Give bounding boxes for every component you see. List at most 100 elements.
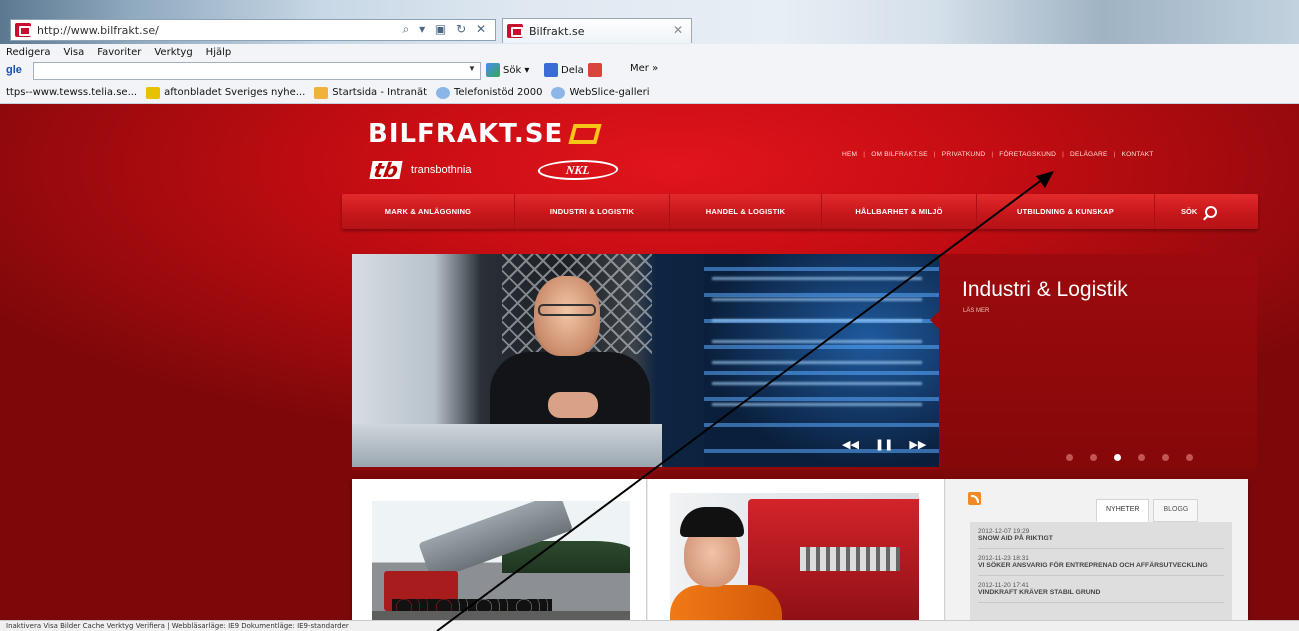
news-list: 2012-12-07 19:29 SNOW AID PÅ RIKTIGT 201… (970, 522, 1232, 620)
menu-favorites[interactable]: Favoriter (97, 47, 141, 58)
content-cards: NYHETER BLOGG 2012-12-07 19:29 SNOW AID … (352, 479, 1248, 620)
favorite-label: WebSlice-galleri (569, 87, 650, 98)
nkl-logo[interactable]: NKL (534, 160, 622, 180)
topnav-separator: | (1062, 151, 1065, 158)
favorite-telefonistod[interactable]: Telefonistöd 2000 (436, 86, 543, 99)
news-item[interactable]: 2012-11-20 17:41 VINDKRAFT KRÄVER STABIL… (978, 582, 1224, 603)
google-search-input[interactable] (33, 62, 481, 80)
google-search-icon (486, 63, 500, 77)
tab-close-icon[interactable]: ✕ (673, 23, 683, 37)
favorite-aftonbladet[interactable]: aftonbladet Sveriges nyhe... (146, 86, 305, 99)
tab-nyheter[interactable]: NYHETER (1096, 499, 1150, 522)
address-bar[interactable]: http://www.bilfrakt.se/ ⌕ ▾ ▣ ↻ ✕ (10, 19, 496, 41)
slide-dot-1[interactable] (1066, 454, 1073, 461)
hero-desk (352, 424, 662, 467)
truck-grille (800, 547, 900, 571)
favorite-label: Telefonistöd 2000 (454, 87, 543, 98)
favorite-label: Startsida - Intranät (332, 87, 427, 98)
website-page: BILFRAKT.SE tb transbothnia NKL HEM | OM… (0, 104, 1299, 620)
google-extra-button[interactable] (588, 63, 605, 77)
site-favicon-icon (15, 23, 31, 37)
topnav-contact[interactable]: KONTAKT (1121, 151, 1153, 158)
topnav-partners[interactable]: DELÄGARE (1070, 151, 1108, 158)
google-toolbar: gle ▼ Sök ▾ Dela Mer » (0, 60, 1299, 82)
favorite-webslice[interactable]: WebSlice-galleri (551, 86, 650, 99)
tab-title: Bilfrakt.se (529, 24, 585, 38)
news-title[interactable]: VINDKRAFT KRÄVER STABIL GRUND (978, 589, 1224, 597)
nkl-text: NKL (565, 162, 591, 177)
nav-search-button[interactable]: SÖK (1155, 205, 1218, 218)
driver-image[interactable] (670, 493, 919, 620)
google-search-button[interactable]: Sök ▾ (486, 63, 529, 77)
slide-dot-2[interactable] (1090, 454, 1097, 461)
tab-favicon-icon (507, 24, 523, 38)
topnav-separator: | (863, 151, 866, 158)
menu-edit[interactable]: Redigera (6, 47, 51, 58)
topnav-private[interactable]: PRIVATKUND (942, 151, 986, 158)
menu-help[interactable]: Hjälp (206, 47, 232, 58)
hero-heading[interactable]: Industri & Logistik (962, 278, 1128, 302)
hero-monitor-text (712, 274, 922, 424)
google-share-button[interactable]: Dela (544, 63, 584, 77)
rewind-icon[interactable]: ◀◀ (842, 438, 859, 451)
card-driver[interactable] (648, 479, 945, 620)
topnav-separator: | (1113, 151, 1116, 158)
slide-dot-6[interactable] (1186, 454, 1193, 461)
mainnav-utbildning-kunskap[interactable]: UTBILDNING & KUNSKAP (977, 194, 1155, 229)
favorite-intranet[interactable]: Startsida - Intranät (314, 86, 427, 99)
driver-jacket (670, 585, 782, 620)
news-title[interactable]: SNOW AID PÅ RIKTIGT (978, 535, 1224, 543)
news-item[interactable]: 2012-12-07 19:29 SNOW AID PÅ RIKTIGT (978, 528, 1224, 549)
news-tabs: NYHETER BLOGG (1092, 499, 1199, 522)
news-item[interactable]: 2012-11-23 18:31 VI SÖKER ANSVARIG FÖR E… (978, 555, 1224, 576)
folder-icon (314, 86, 329, 99)
hero-controls: ◀◀ ❚❚ ▶▶ (842, 438, 926, 451)
news-date: 2012-12-07 19:29 (978, 528, 1030, 535)
transbothnia-logo[interactable]: tb transbothnia (369, 158, 471, 182)
google-dropdown-icon[interactable]: ▼ (468, 64, 476, 73)
card-news: NYHETER BLOGG 2012-12-07 19:29 SNOW AID … (946, 479, 1248, 620)
favorite-telia[interactable]: ttps--www.tewss.telia.se... (6, 87, 137, 98)
google-share-label: Dela (561, 64, 584, 76)
news-title[interactable]: VI SÖKER ANSVARIG FÖR ENTREPRENAD OCH AF… (978, 562, 1224, 570)
menu-tools[interactable]: Verktyg (154, 47, 192, 58)
tb-mark: tb (369, 158, 403, 182)
mainnav-handel-logistik[interactable]: HANDEL & LOGISTIK (670, 194, 822, 229)
card-dump-truck[interactable] (352, 479, 647, 620)
hero-read-more-link[interactable]: LÄS MER (963, 308, 989, 314)
browser-tab[interactable]: Bilfrakt.se ✕ (502, 18, 692, 43)
mainnav-mark-anlaggning[interactable]: MARK & ANLÄGGNING (342, 194, 515, 229)
slide-dot-4[interactable] (1138, 454, 1145, 461)
rss-icon[interactable] (968, 492, 981, 505)
ie-icon (551, 86, 566, 99)
search-icon (1205, 205, 1218, 218)
browser-chrome: http://www.bilfrakt.se/ ⌕ ▾ ▣ ↻ ✕ Bilfra… (0, 0, 1299, 104)
hero-person-hands (548, 392, 598, 418)
news-icon (146, 86, 161, 99)
slide-dot-3[interactable] (1114, 454, 1121, 461)
logo-mark-icon (568, 124, 602, 144)
topnav-business[interactable]: FÖRETAGSKUND (999, 151, 1056, 158)
google-more-label: Mer » (630, 63, 659, 74)
mainnav-hallbarhet-miljo[interactable]: HÅLLBARHET & MILJÖ (822, 194, 977, 229)
fast-forward-icon[interactable]: ▶▶ (909, 438, 926, 451)
news-date: 2012-11-20 17:41 (978, 582, 1029, 589)
topnav-about[interactable]: OM BILFRAKT.SE (871, 151, 928, 158)
menu-view[interactable]: Visa (64, 47, 85, 58)
google-search-label: Sök ▾ (503, 64, 530, 76)
pause-icon[interactable]: ❚❚ (875, 438, 893, 451)
hero-person-head (534, 276, 600, 356)
tab-blogg[interactable]: BLOGG (1153, 499, 1199, 522)
slide-dot-5[interactable] (1162, 454, 1169, 461)
google-more-button[interactable]: Mer » (630, 63, 658, 74)
mainnav-industri-logistik[interactable]: INDUSTRI & LOGISTIK (515, 194, 670, 229)
hero-image[interactable] (352, 254, 939, 467)
topnav-home[interactable]: HEM (842, 151, 857, 158)
address-tools-icons[interactable]: ⌕ ▾ ▣ ↻ ✕ (403, 22, 489, 37)
dump-truck-image[interactable] (372, 501, 630, 620)
bilfrakt-logo[interactable]: BILFRAKT.SE (368, 119, 602, 149)
nav-search-label: SÖK (1181, 207, 1198, 216)
title-bar: http://www.bilfrakt.se/ ⌕ ▾ ▣ ↻ ✕ Bilfra… (0, 0, 1299, 44)
hero-person-glasses (538, 304, 596, 316)
url-text[interactable]: http://www.bilfrakt.se/ (37, 24, 159, 37)
